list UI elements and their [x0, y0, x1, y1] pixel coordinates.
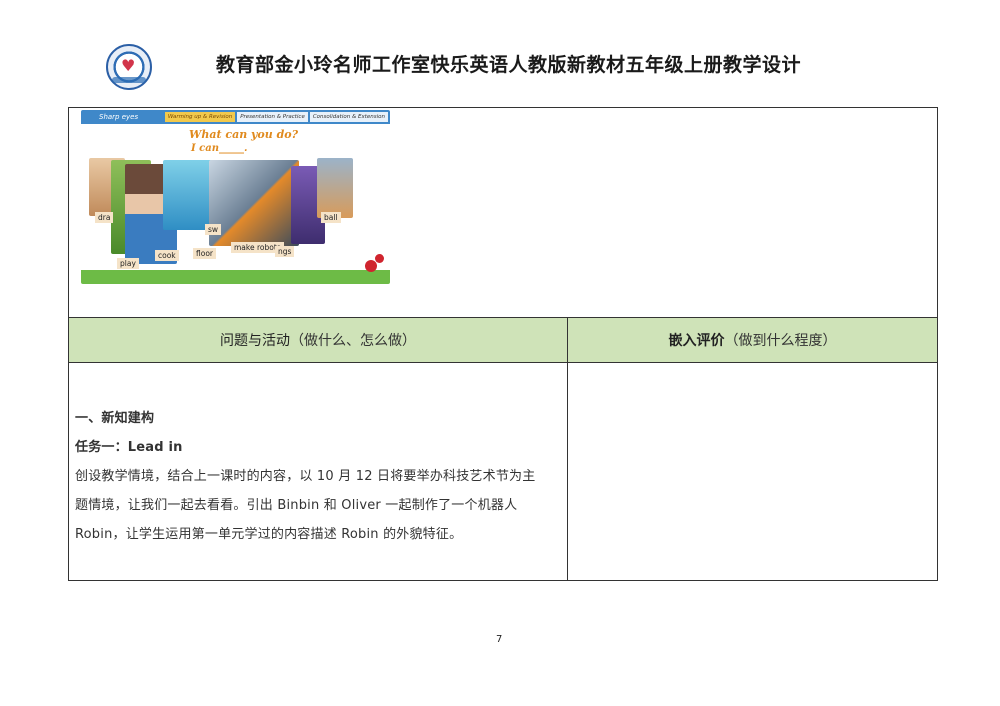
word-card-floor: floor: [193, 248, 216, 259]
header-assessment-subtitle: （做到什么程度）: [724, 333, 837, 349]
word-card-swim: sw: [205, 224, 222, 235]
lesson-slide-image: Sharp eyes Warming up & Revision Present…: [81, 110, 390, 284]
lesson-table: Sharp eyes Warming up & Revision Present…: [68, 107, 938, 581]
task-heading: 任务一：Lead in: [75, 440, 183, 455]
column-divider: [567, 317, 568, 580]
word-card-draw: dra: [95, 212, 114, 223]
header-activities-title: 问题与活动: [220, 333, 290, 349]
document-title: 教育部金小玲名师工作室快乐英语人教版新教材五年级上册教学设计: [216, 54, 802, 76]
header-cell-activities: 问题与活动 （做什么、怎么做）: [69, 317, 567, 363]
word-card-cook: cook: [155, 250, 179, 261]
section-heading: 一、新知建构: [75, 411, 155, 426]
slide-tab-presentation: Presentation & Practice: [237, 112, 308, 122]
word-card-ball: ball: [321, 212, 341, 223]
flower-icon: [375, 254, 384, 263]
header-cell-assessment: 嵌入评价 （做到什么程度）: [568, 317, 937, 363]
row-divider: [69, 317, 937, 318]
slide-question: What can you do?: [189, 128, 299, 141]
header-activities-subtitle: （做什么、怎么做）: [290, 333, 416, 349]
studio-logo-icon: ♥: [106, 44, 152, 90]
photo-card-swimming: [163, 160, 215, 230]
photo-card-basketball: [317, 158, 353, 218]
flower-icon: [365, 260, 377, 272]
slide-tab-warming: Warming up & Revision: [164, 112, 236, 122]
table-header-row: 问题与活动 （做什么、怎么做） 嵌入评价 （做到什么程度）: [69, 317, 937, 363]
row-divider: [69, 362, 937, 363]
logo-ribbon: [112, 77, 146, 83]
slide-tab-consolidation: Consolidation & Extension: [309, 112, 388, 122]
slide-answer-stub: I can_____.: [191, 143, 248, 154]
heart-icon: ♥: [121, 56, 136, 75]
paragraph-line-3: Robin，让学生运用第一单元学过的内容描述 Robin 的外貌特征。: [75, 527, 463, 542]
slide-brand: Sharp eyes: [99, 113, 139, 121]
slide-nav-bar: Sharp eyes Warming up & Revision Present…: [81, 110, 390, 124]
paragraph-line-1: 创设教学情境，结合上一课时的内容，以 10 月 12 日将要举办科技艺术节为主: [75, 469, 536, 484]
page-number: 7: [496, 634, 503, 645]
word-card-play: play: [117, 258, 139, 269]
photo-card-robot-lab: [209, 160, 299, 246]
activity-description: 一、新知建构 任务一：Lead in 创设教学情境，结合上一课时的内容，以 10…: [75, 404, 559, 549]
paragraph-line-2: 题情境，让我们一起去看看。引出 Binbin 和 Oliver 一起制作了一个机…: [75, 498, 518, 513]
header-assessment-title: 嵌入评价: [668, 333, 725, 349]
word-card-songs: ngs: [275, 246, 295, 257]
